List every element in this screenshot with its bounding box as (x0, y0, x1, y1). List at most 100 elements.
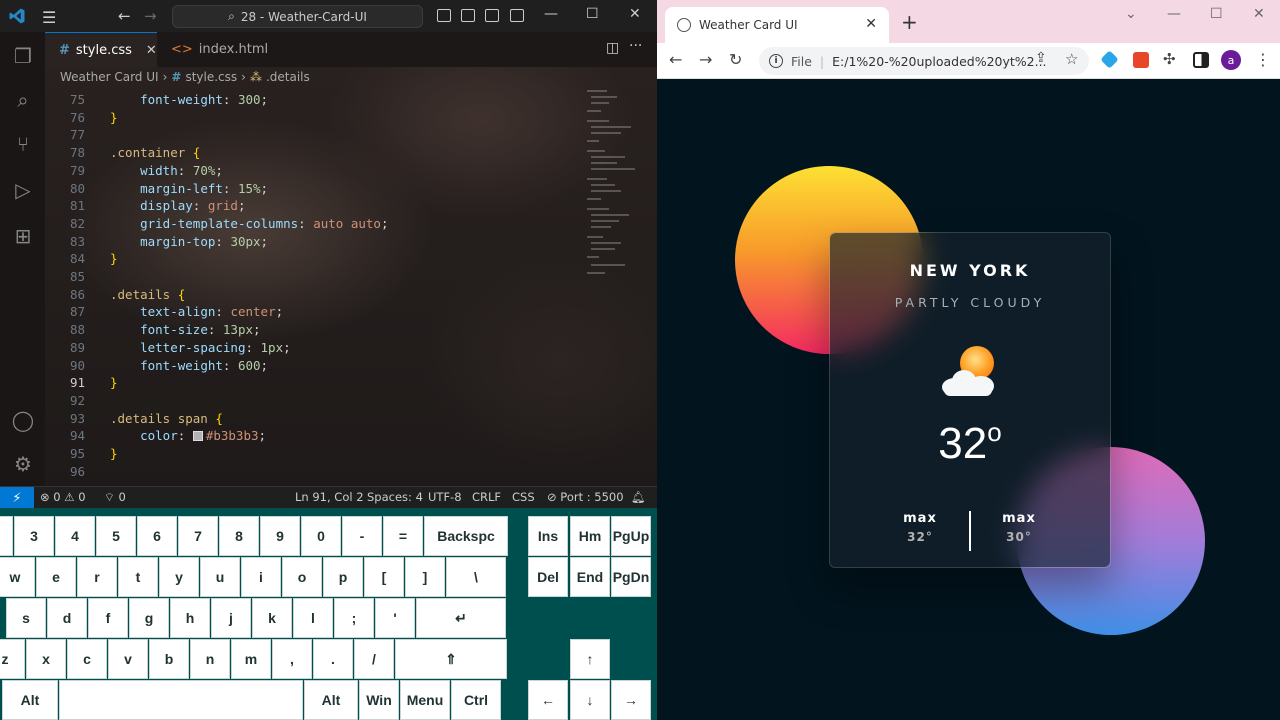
key[interactable]: Backspc (424, 516, 508, 556)
key[interactable]: z (0, 639, 25, 679)
code-line[interactable]: grid-template-columns: auto auto; (110, 216, 388, 231)
key[interactable]: k (252, 598, 292, 638)
breadcrumb-file[interactable]: style.css (185, 70, 237, 84)
problems-indicator[interactable]: ⊗ 0 ⚠ 0 (40, 490, 86, 504)
code-line[interactable]: } (110, 446, 118, 461)
key[interactable]: i (241, 557, 281, 597)
key[interactable]: , (272, 639, 312, 679)
key[interactable]: 4 (55, 516, 95, 556)
key[interactable]: h (170, 598, 210, 638)
search-icon[interactable]: ⌕ (11, 88, 35, 112)
ports-indicator[interactable]: ⌔ 0 (104, 490, 126, 505)
key[interactable]: j (211, 598, 251, 638)
key[interactable]: v (108, 639, 148, 679)
split-editor-icon[interactable]: ◫ (606, 40, 619, 56)
maximize-icon[interactable]: ☐ (586, 6, 599, 22)
extension-diamond-icon[interactable] (1100, 50, 1119, 69)
key[interactable]: c (67, 639, 107, 679)
code-line[interactable]: .container { (110, 145, 200, 160)
key[interactable]: o (282, 557, 322, 597)
code-line[interactable]: } (110, 110, 118, 125)
key[interactable]: l (293, 598, 333, 638)
key[interactable]: ' (375, 598, 415, 638)
code-line[interactable]: text-align: center; (110, 304, 283, 319)
code-line[interactable]: } (110, 375, 118, 390)
language-mode[interactable]: CSS (512, 490, 535, 504)
arrow-left-key[interactable]: ← (528, 680, 568, 720)
key[interactable]: f (88, 598, 128, 638)
line-ending[interactable]: CRLF (472, 490, 501, 504)
key[interactable] (0, 516, 13, 556)
share-icon[interactable]: ⇪ (1035, 50, 1047, 66)
extensions-puzzle-icon[interactable]: ✣ (1163, 50, 1176, 68)
key[interactable]: 7 (178, 516, 218, 556)
code-line[interactable]: margin-top: 30px; (110, 234, 268, 249)
reload-icon[interactable]: ↻ (729, 50, 742, 69)
run-debug-icon[interactable]: ▷ (11, 178, 35, 202)
close-tab-icon[interactable]: ✕ (865, 16, 877, 32)
minimize-icon[interactable]: — (1167, 6, 1181, 22)
key[interactable]: 6 (137, 516, 177, 556)
key[interactable]: 5 (96, 516, 136, 556)
key[interactable]: s (6, 598, 46, 638)
code-line[interactable]: font-weight: 300; (110, 92, 268, 107)
code-line[interactable]: font-size: 13px; (110, 322, 260, 337)
toggle-panel-icon[interactable] (461, 9, 475, 22)
code-line[interactable]: } (110, 251, 118, 266)
info-icon[interactable]: i (769, 54, 783, 68)
back-arrow-icon[interactable]: ← (118, 7, 131, 25)
remote-icon[interactable]: ⚡ (0, 487, 34, 508)
key[interactable]: PgUp (611, 516, 651, 556)
close-icon[interactable]: ✕ (629, 6, 641, 22)
code-line[interactable]: margin-left: 15%; (110, 181, 268, 196)
key[interactable]: y (159, 557, 199, 597)
code-line[interactable]: .details { (110, 287, 185, 302)
command-center-search[interactable]: ⌕ 28 - Weather-Card-UI (172, 5, 423, 28)
space-key[interactable] (59, 680, 303, 720)
key[interactable]: ] (405, 557, 445, 597)
explorer-icon[interactable]: ❐ (11, 44, 35, 68)
key[interactable]: d (47, 598, 87, 638)
key[interactable]: Hm (570, 516, 610, 556)
account-icon[interactable]: ◯ (11, 408, 35, 432)
side-panel-icon[interactable] (1193, 52, 1209, 68)
key[interactable]: 9 (260, 516, 300, 556)
key[interactable]: Del (528, 557, 568, 597)
key[interactable]: End (570, 557, 610, 597)
key[interactable]: x (26, 639, 66, 679)
arrow-up-key[interactable]: ↑ (570, 639, 610, 679)
key[interactable]: n (190, 639, 230, 679)
close-icon[interactable]: ✕ (1253, 6, 1265, 22)
tab-index-html[interactable]: <> index.html (157, 32, 268, 67)
breadcrumb-folder[interactable]: Weather Card UI (60, 70, 159, 84)
avatar[interactable]: a (1221, 50, 1241, 70)
key[interactable]: 3 (14, 516, 54, 556)
key[interactable]: g (129, 598, 169, 638)
code-line[interactable]: letter-spacing: 1px; (110, 340, 291, 355)
key[interactable]: r (77, 557, 117, 597)
minimize-icon[interactable]: — (544, 6, 558, 22)
indentation[interactable]: Spaces: 4 (367, 490, 423, 504)
key[interactable]: 8 (219, 516, 259, 556)
key[interactable]: ↵ (416, 598, 506, 638)
back-arrow-icon[interactable]: ← (669, 50, 682, 69)
key[interactable]: . (313, 639, 353, 679)
key[interactable]: Alt (2, 680, 58, 720)
key[interactable]: Alt (304, 680, 358, 720)
more-actions-icon[interactable]: ··· (629, 38, 642, 54)
source-control-icon[interactable]: ⑂ (11, 132, 35, 156)
maximize-icon[interactable]: ☐ (1210, 6, 1223, 22)
chevron-down-icon[interactable]: ⌄ (1125, 6, 1137, 22)
extensions-icon[interactable]: ⊞ (11, 224, 35, 248)
breadcrumb-symbol[interactable]: .details (266, 70, 310, 84)
new-tab-icon[interactable]: + (901, 10, 918, 34)
key[interactable]: Win (359, 680, 399, 720)
code-line[interactable]: font-weight: 600; (110, 358, 268, 373)
key[interactable]: 0 (301, 516, 341, 556)
bookmark-star-icon[interactable]: ☆ (1065, 50, 1078, 68)
key[interactable]: u (200, 557, 240, 597)
key[interactable]: [ (364, 557, 404, 597)
code-line[interactable]: color: #b3b3b3; (110, 428, 266, 443)
code-line[interactable]: width: 70%; (110, 163, 223, 178)
minimap[interactable] (585, 88, 645, 278)
